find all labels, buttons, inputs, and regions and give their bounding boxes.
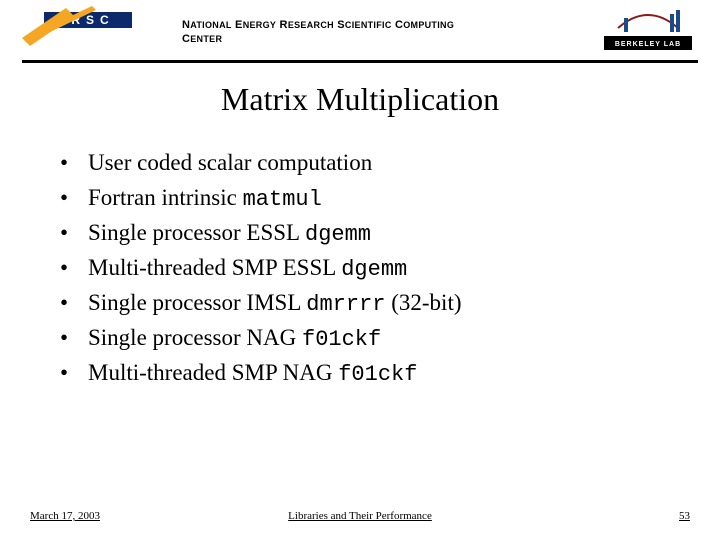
list-item: Multi-threaded SMP NAG f01ckf (60, 356, 670, 391)
list-item: Single processor ESSL dgemm (60, 216, 670, 251)
bullet-list: User coded scalar computation Fortran in… (60, 146, 670, 391)
footer-page: 53 (679, 510, 690, 522)
footer-title: Libraries and Their Performance (30, 510, 690, 522)
header-bar: ERSC NATIONAL ENERGY RESEARCH SCIENTIFIC… (22, 0, 698, 63)
berkeley-lab-logo: BERKELEY LAB (598, 0, 698, 58)
slide-title: Matrix Multiplication (0, 81, 720, 118)
list-item: Multi-threaded SMP ESSL dgemm (60, 251, 670, 286)
slide: ERSC NATIONAL ENERGY RESEARCH SCIENTIFIC… (0, 0, 720, 540)
list-item: Single processor IMSL dmrrrr (32-bit) (60, 286, 670, 321)
org-name: NATIONAL ENERGY RESEARCH SCIENTIFIC COMP… (182, 18, 502, 47)
list-item: Fortran intrinsic matmul (60, 181, 670, 216)
berkeley-lab-text: BERKELEY LAB (615, 41, 681, 48)
list-item: User coded scalar computation (60, 146, 670, 181)
nersc-logo: ERSC (22, 6, 142, 46)
list-item: Single processor NAG f01ckf (60, 321, 670, 356)
